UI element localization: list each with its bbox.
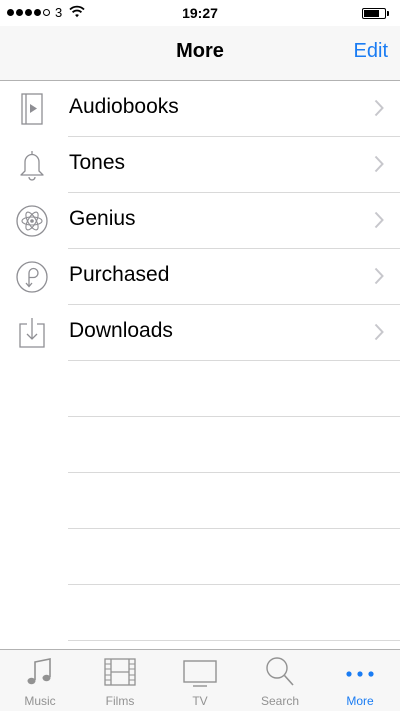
empty-row: [68, 529, 400, 585]
battery-icon: [362, 8, 386, 19]
list-item-label: Audiobooks: [69, 95, 179, 118]
tab-music[interactable]: Music: [0, 650, 80, 711]
empty-row: [68, 585, 400, 641]
search-icon: [266, 657, 294, 686]
atom-icon: [16, 205, 48, 237]
tab-tv[interactable]: TV: [160, 650, 240, 711]
download-icon: [19, 318, 45, 348]
status-bar: 3 19:27: [0, 0, 400, 26]
empty-row: [68, 473, 400, 529]
bell-icon: [20, 151, 44, 181]
chevron-right-icon: [374, 155, 384, 173]
tab-films[interactable]: Films: [80, 650, 160, 711]
purchased-icon: [16, 261, 48, 293]
empty-row: [68, 417, 400, 473]
tab-search[interactable]: Search: [240, 650, 320, 711]
tab-label: TV: [192, 694, 208, 708]
tab-more[interactable]: More: [320, 650, 400, 711]
more-list: Audiobooks Tones Genius Purchased Downlo…: [0, 81, 400, 649]
empty-row: [68, 361, 400, 417]
chevron-right-icon: [374, 323, 384, 341]
list-item-genius[interactable]: Genius: [16, 193, 400, 249]
music-note-icon: [27, 658, 51, 685]
audiobook-icon: [21, 93, 43, 125]
tab-bar: Music Films TV Search More: [0, 649, 400, 711]
list-item-label: Tones: [69, 151, 126, 174]
list-item-purchased[interactable]: Purchased: [16, 249, 400, 305]
list-item-downloads[interactable]: Downloads: [19, 305, 400, 361]
navigation-bar: More Edit: [0, 26, 400, 81]
status-time: 19:27: [182, 5, 218, 21]
list-item-audiobooks[interactable]: Audiobooks: [21, 81, 400, 137]
list-item-label: Purchased: [69, 263, 170, 286]
battery-nub: [387, 11, 389, 16]
chevron-right-icon: [374, 99, 384, 117]
list-item-tones[interactable]: Tones: [20, 137, 400, 193]
page-title: More: [176, 40, 224, 62]
film-strip-icon: [104, 658, 136, 686]
chevron-right-icon: [374, 267, 384, 285]
tab-label: More: [346, 694, 374, 708]
chevron-right-icon: [374, 211, 384, 229]
tab-label: Search: [260, 694, 300, 708]
more-dots-icon: [346, 671, 374, 677]
tv-icon: [183, 660, 217, 687]
edit-button[interactable]: Edit: [354, 40, 388, 63]
list-item-label: Genius: [69, 207, 136, 230]
list-item-label: Downloads: [69, 319, 173, 342]
tab-label: Music: [24, 694, 56, 708]
tab-label: Films: [105, 694, 135, 708]
